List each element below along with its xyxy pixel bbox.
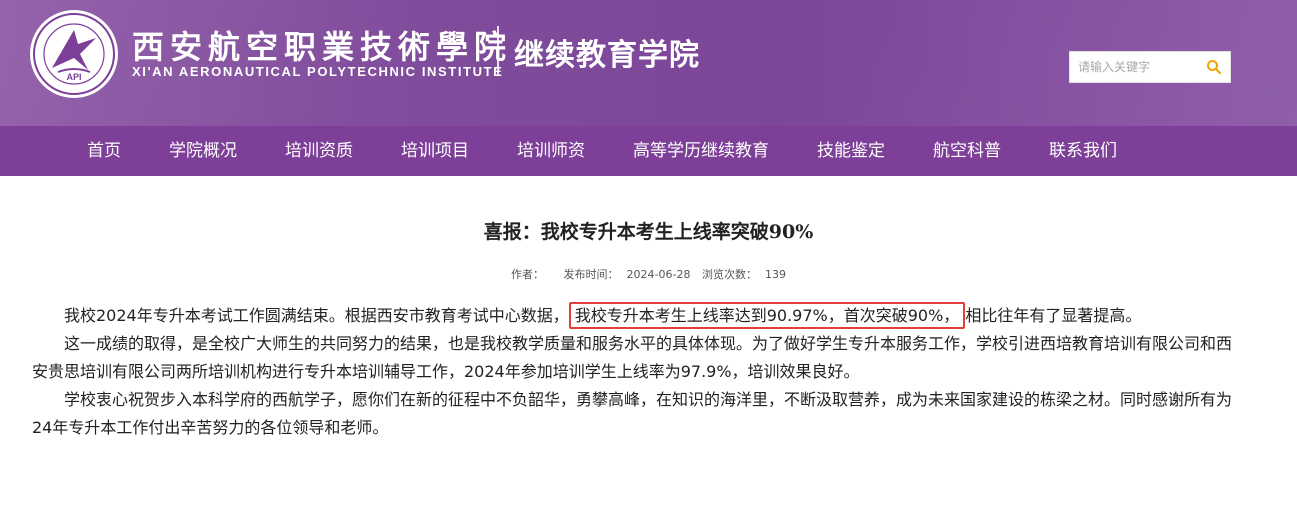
nav-item-home[interactable]: 首页	[63, 126, 145, 176]
nav-item-faculty[interactable]: 培训师资	[493, 126, 609, 176]
author-label: 作者：	[511, 268, 545, 281]
search-button[interactable]	[1198, 52, 1230, 82]
views-label: 浏览次数：	[701, 268, 757, 281]
nav-item-skill-assessment[interactable]: 技能鉴定	[793, 126, 909, 176]
p1-text-before: 我校2024年专升本考试工作圆满结束。根据西安市教育考试中心数据，	[64, 306, 569, 325]
header-divider	[497, 26, 499, 76]
article-title: 喜报：我校专升本考生上线率突破90%	[483, 221, 814, 243]
site-header: API 西安航空职業技術學院 XI'AN AERONAUTICAL POLYTE…	[0, 0, 1297, 126]
school-name-cn: 西安航空职業技術學院	[132, 28, 513, 66]
paragraph-1: 我校2024年专升本考试工作圆满结束。根据西安市教育考试中心数据， 我校专升本考生…	[32, 302, 1232, 330]
nav-item-qualification[interactable]: 培训资质	[261, 126, 377, 176]
date-label: 发布时间：	[563, 268, 619, 281]
logo-text: API	[66, 72, 81, 82]
school-logo[interactable]: API	[28, 8, 120, 100]
views-value: 139	[764, 268, 786, 281]
article-meta: 作者： 发布时间： 2024-06-28 浏览次数： 139	[0, 266, 1297, 282]
date-value: 2024-06-28	[626, 268, 691, 281]
nav-item-programs[interactable]: 培训项目	[377, 126, 493, 176]
main-nav: 首页 学院概况 培训资质 培训项目 培训师资 高等学历继续教育 技能鉴定 航空科…	[0, 126, 1297, 176]
search-box	[1069, 51, 1231, 83]
paragraph-3: 学校衷心祝贺步入本科学府的西航学子，愿你们在新的征程中不负韶华，勇攀高峰，在知识…	[32, 390, 1233, 437]
search-icon	[1207, 60, 1222, 75]
paragraph-2: 这一成绩的取得，是全校广大师生的共同努力的结果，也是我校教学质量和服务水平的具体…	[32, 334, 1233, 381]
nav-item-aviation-science[interactable]: 航空科普	[909, 126, 1025, 176]
school-name-en: XI'AN AERONAUTICAL POLYTECHNIC INSTITUTE	[132, 64, 504, 79]
nav-item-contact[interactable]: 联系我们	[1025, 126, 1141, 176]
nav-item-about[interactable]: 学院概况	[145, 126, 261, 176]
search-input[interactable]	[1070, 52, 1214, 82]
p1-text-after: 相比往年有了显著提高。	[965, 306, 1142, 325]
article-body: 我校2024年专升本考试工作圆满结束。根据西安市教育考试中心数据， 我校专升本考生…	[32, 302, 1232, 442]
nav-item-degree-education[interactable]: 高等学历继续教育	[609, 126, 793, 176]
highlighted-statistic: 我校专升本考生上线率达到90.97%，首次突破90%，	[568, 302, 966, 329]
college-name: 继续教育学院	[514, 38, 700, 73]
